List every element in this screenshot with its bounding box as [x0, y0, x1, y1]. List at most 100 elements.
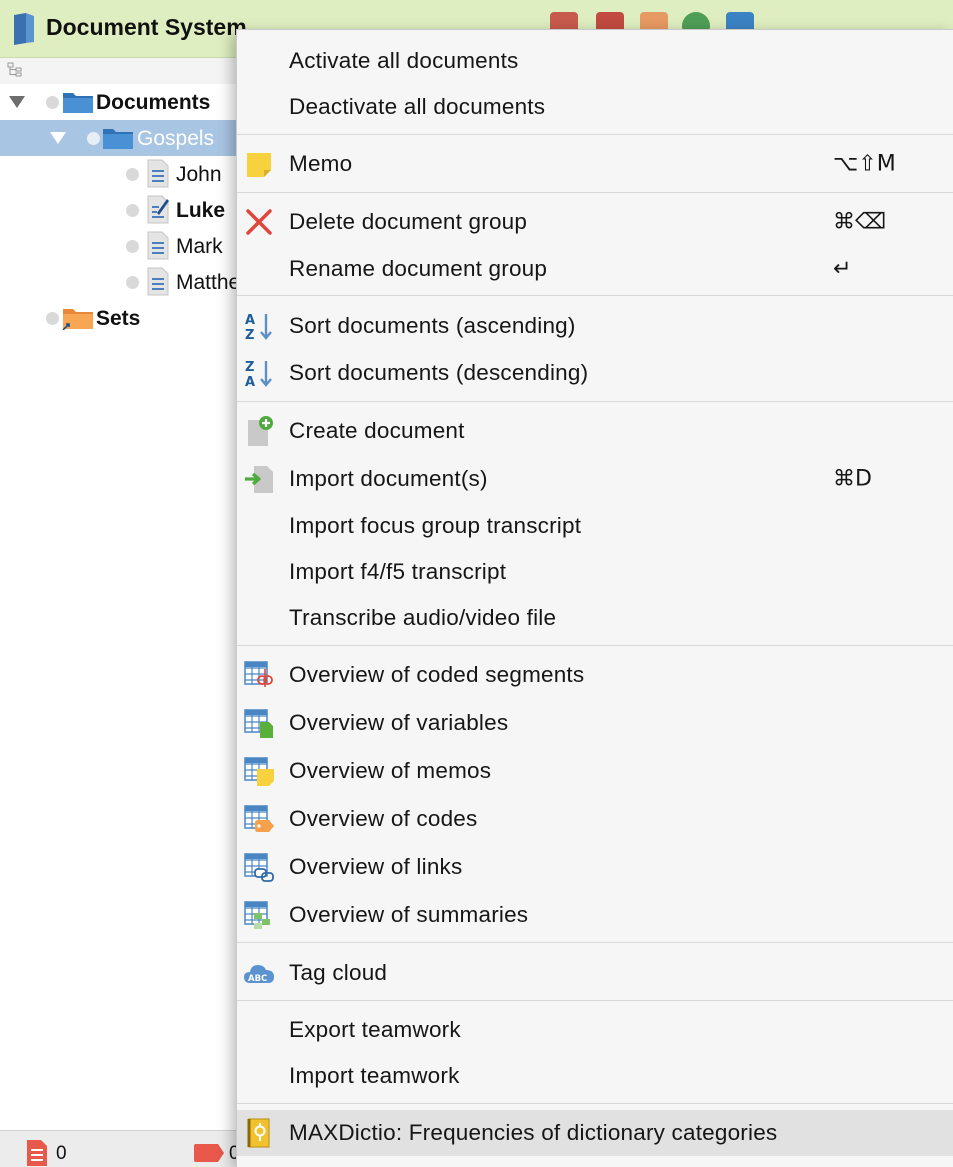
- menu-item-label: Import teamwork: [289, 1063, 460, 1088]
- svg-text:A: A: [245, 313, 255, 328]
- menu-item-shortcut: ⌥⇧M: [833, 151, 896, 177]
- menu-item-label: MAXDictio: Frequencies of dictionary cat…: [289, 1120, 778, 1145]
- menu-item-label: Memo: [289, 151, 353, 176]
- tree-label-document: Luke: [176, 199, 226, 222]
- menu-item-rename-group[interactable]: Rename document group ↵: [237, 246, 953, 292]
- menu-item-label: Tag cloud: [289, 960, 388, 985]
- menu-separator: [237, 1103, 953, 1104]
- overview-summaries-icon: [244, 901, 270, 929]
- menu-separator: [237, 134, 953, 135]
- svg-text:Z: Z: [245, 360, 254, 375]
- text-document-icon: [147, 159, 169, 188]
- menu-item-overview-summaries[interactable]: Overview of summaries: [237, 892, 953, 938]
- expand-arrow-icon[interactable]: [9, 96, 25, 108]
- documents-count: 0: [56, 1143, 67, 1164]
- menu-item-overview-memos[interactable]: Overview of memos: [237, 748, 953, 794]
- overview-coded-segments-icon: [244, 661, 273, 687]
- folder-orange-icon: [62, 309, 93, 330]
- svg-text:Z: Z: [245, 328, 254, 342]
- menu-item-import-documents[interactable]: Import document(s) ⌘D: [237, 456, 953, 502]
- menu-item-label: Sort documents (ascending): [289, 313, 576, 338]
- activation-dot-icon[interactable]: [126, 240, 139, 253]
- tree-label-gospels: Gospels: [137, 127, 215, 150]
- menu-item-import-f4f5[interactable]: Import f4/f5 transcript: [237, 549, 953, 595]
- menu-item-shortcut: ⌘D: [833, 466, 872, 492]
- window-title: Document System: [46, 14, 247, 40]
- menu-item-label: Overview of variables: [289, 710, 509, 735]
- activation-dot-icon[interactable]: [126, 168, 139, 181]
- menu-item-overview-coded-segments[interactable]: Overview of coded segments: [237, 652, 953, 698]
- menu-separator: [237, 645, 953, 646]
- overview-codes-icon: [244, 805, 274, 832]
- menu-item-create-document[interactable]: Create document: [237, 408, 953, 454]
- menu-separator: [237, 192, 953, 193]
- codes-count-icon: [194, 1144, 224, 1162]
- menu-item-maxdictio-frequencies[interactable]: MAXDictio: Frequencies of dictionary cat…: [237, 1110, 953, 1156]
- menu-item-label: Sort documents (descending): [289, 360, 589, 385]
- menu-item-label: Deactivate all documents: [289, 94, 546, 119]
- menu-item-label: Export teamwork: [289, 1017, 461, 1042]
- tree-label-sets: Sets: [96, 307, 141, 330]
- tree-label-documents: Documents: [96, 91, 211, 114]
- menu-item-label: Delete document group: [289, 209, 528, 234]
- menu-item-label: Overview of links: [289, 854, 463, 879]
- tree-label-document: Mark: [176, 235, 223, 258]
- menu-item-label: Import document(s): [289, 466, 488, 491]
- delete-x-icon: [246, 209, 272, 235]
- menu-item-deactivate-all[interactable]: Deactivate all documents: [237, 84, 953, 130]
- menu-item-label: Overview of summaries: [289, 902, 529, 927]
- folder-blue-icon: [103, 129, 133, 149]
- menu-item-overview-codes[interactable]: Overview of codes: [237, 796, 953, 842]
- menu-separator: [237, 1000, 953, 1001]
- menu-item-label: Transcribe audio/video file: [289, 605, 557, 630]
- text-document-icon: [147, 267, 169, 296]
- menu-item-activate-all[interactable]: Activate all documents: [237, 38, 953, 84]
- import-document-icon: [245, 466, 273, 493]
- sort-za-icon: Z A: [245, 360, 272, 389]
- activation-dot-icon[interactable]: [126, 276, 139, 289]
- svg-text:A: A: [245, 375, 255, 389]
- menu-item-shortcut: ↵: [833, 256, 852, 282]
- create-document-icon: [248, 416, 273, 446]
- menu-item-tag-cloud[interactable]: ABC Tag cloud: [237, 950, 953, 996]
- menu-item-import-focus-group[interactable]: Import focus group transcript: [237, 503, 953, 549]
- maxdictio-icon: [247, 1118, 270, 1148]
- activation-dot-icon[interactable]: [87, 132, 100, 145]
- activation-dot-icon[interactable]: [46, 96, 59, 109]
- menu-item-label: Create document: [289, 418, 465, 443]
- menu-separator: [237, 942, 953, 943]
- expand-arrow-icon[interactable]: [50, 132, 66, 144]
- overview-memos-icon: [244, 757, 274, 786]
- menu-item-overview-links[interactable]: Overview of links: [237, 844, 953, 890]
- activation-dot-icon[interactable]: [46, 312, 59, 325]
- menu-item-delete-group[interactable]: Delete document group ⌘⌫: [237, 199, 953, 245]
- text-document-icon: [147, 231, 169, 260]
- svg-text:ABC: ABC: [248, 974, 267, 984]
- menu-item-memo[interactable]: Memo ⌥⇧M: [237, 141, 953, 187]
- activation-dot-icon[interactable]: [126, 204, 139, 217]
- menu-item-label: Rename document group: [289, 256, 548, 281]
- tree-label-document: John: [176, 163, 222, 186]
- menu-item-label: Activate all documents: [289, 48, 519, 73]
- menu-separator: [237, 295, 953, 296]
- menu-item-label: Overview of codes: [289, 806, 478, 831]
- menu-item-shortcut: ⌘⌫: [833, 209, 887, 235]
- overview-variables-icon: [244, 709, 273, 738]
- menu-item-transcribe[interactable]: Transcribe audio/video file: [237, 595, 953, 641]
- menu-item-label: Overview of coded segments: [289, 662, 585, 687]
- sort-az-icon: A Z: [245, 313, 272, 342]
- menu-item-label: Import f4/f5 transcript: [289, 559, 507, 584]
- overview-links-icon: [244, 853, 274, 882]
- menu-separator: [237, 401, 953, 402]
- document-system-icon: [14, 13, 34, 45]
- menu-item-label: Import focus group transcript: [289, 513, 582, 538]
- menu-item-import-teamwork[interactable]: Import teamwork: [237, 1053, 953, 1099]
- documents-count-icon: [27, 1140, 47, 1166]
- menu-item-sort-descending[interactable]: Z A Sort documents (descending): [237, 350, 953, 396]
- document-group-context-menu: Activate all documents Deactivate all do…: [236, 29, 953, 1167]
- menu-item-export-teamwork[interactable]: Export teamwork: [237, 1007, 953, 1053]
- menu-item-sort-ascending[interactable]: A Z Sort documents (ascending): [237, 303, 953, 349]
- menu-item-overview-variables[interactable]: Overview of variables: [237, 700, 953, 746]
- menu-item-label: Overview of memos: [289, 758, 492, 783]
- tree-structure-icon[interactable]: [7, 62, 23, 78]
